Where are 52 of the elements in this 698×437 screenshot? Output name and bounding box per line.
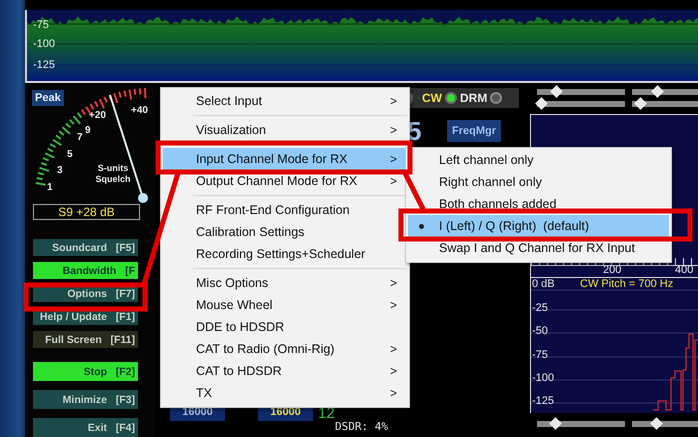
axis-label: -100 bbox=[33, 38, 56, 50]
menu-item[interactable]: TX > bbox=[163, 382, 407, 404]
menu-item[interactable]: I (Left) / Q (Right) (default) bbox=[408, 215, 669, 237]
menu-item[interactable]: Both channels added bbox=[408, 193, 669, 215]
freq-manager-button[interactable]: FreqMgr bbox=[447, 120, 501, 142]
axis-label: -50 bbox=[532, 325, 548, 337]
cpu-load-text: DSDR: 4% bbox=[335, 421, 388, 432]
scale-label: 9 bbox=[85, 125, 91, 136]
scale-label: +40 bbox=[131, 105, 148, 116]
function-button[interactable]: Full Screen [F11] bbox=[33, 331, 138, 348]
scale-label: +20 bbox=[89, 110, 106, 121]
axis-label: -75 bbox=[33, 19, 49, 31]
menu-item[interactable]: Visualization > bbox=[163, 119, 407, 141]
axis-label: 0 dB bbox=[532, 278, 555, 290]
menu-item[interactable]: Recording Settings+Scheduler bbox=[163, 243, 407, 265]
readout-value: 12 bbox=[318, 406, 335, 421]
menu-item[interactable]: Calibration Settings bbox=[163, 221, 407, 243]
menu-item[interactable]: Mouse Wheel > bbox=[163, 294, 407, 316]
menu-item[interactable]: CAT to Radio (Omni-Rig) > bbox=[163, 338, 407, 360]
cw-pitch-label: CW Pitch = 700 Hz bbox=[580, 278, 674, 290]
menu-item[interactable]: Right channel only bbox=[408, 171, 669, 193]
menu-item[interactable]: Output Channel Mode for RX > bbox=[163, 170, 407, 192]
menu-item[interactable]: CAT to HDSDR > bbox=[163, 360, 407, 382]
scale-label: 3 bbox=[57, 165, 63, 176]
menu-item[interactable]: Input Channel Mode for RX > bbox=[163, 148, 407, 170]
menu-item[interactable]: Select Input > bbox=[163, 90, 407, 112]
scale-label: 5 bbox=[67, 149, 73, 160]
menu-item[interactable]: Left channel only bbox=[408, 149, 669, 171]
function-button[interactable]: Exit [F4] bbox=[33, 418, 138, 437]
axis-label: 200 bbox=[603, 264, 622, 276]
menu-item[interactable]: DDE to HDSDR bbox=[163, 316, 407, 338]
menu-item[interactable]: Misc Options > bbox=[163, 272, 407, 294]
meter-caption: S-units bbox=[96, 163, 130, 173]
meter-caption: Squelch bbox=[94, 174, 132, 184]
axis-label: -125 bbox=[532, 395, 554, 407]
function-button[interactable]: Minimize [F3] bbox=[33, 390, 138, 409]
scale-label: 1 bbox=[47, 182, 53, 193]
scale-label: 7 bbox=[77, 132, 83, 143]
signal-reading: S9 +28 dB bbox=[33, 204, 140, 220]
axis-label: 400 bbox=[675, 264, 694, 276]
axis-label: -100 bbox=[532, 372, 554, 384]
peak-label: Peak bbox=[32, 90, 64, 106]
axis-label: -125 bbox=[33, 59, 56, 71]
function-button[interactable]: Soundcard [F5] bbox=[33, 239, 138, 256]
axis-label: -75 bbox=[532, 349, 548, 361]
menu-item[interactable]: RF Front-End Configuration bbox=[163, 199, 407, 221]
function-button[interactable]: Bandwidth [F bbox=[33, 262, 138, 279]
mode-label[interactable]: DRM bbox=[460, 91, 488, 105]
function-button[interactable]: Stop [F2] bbox=[33, 362, 138, 381]
mode-label[interactable]: CW bbox=[422, 91, 442, 105]
menu-item[interactable]: Swap I and Q Channel for RX Input bbox=[408, 237, 669, 259]
axis-label: -25 bbox=[532, 302, 548, 314]
